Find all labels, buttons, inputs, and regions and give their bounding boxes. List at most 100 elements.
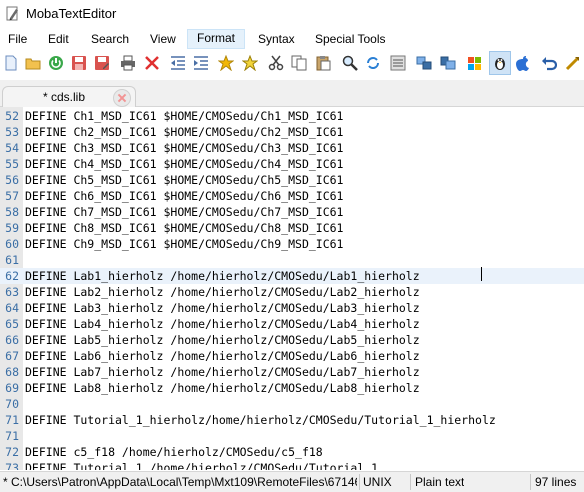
- line-text: DEFINE Lab4_hierholz /home/hierholz/CMOS…: [25, 317, 420, 331]
- line-number: 66: [5, 333, 19, 347]
- line-text: DEFINE Lab6_hierholz /home/hierholz/CMOS…: [25, 349, 420, 363]
- code-line[interactable]: 60 DEFINE Ch9_MSD_IC61 $HOME/CMOSedu/Ch9_…: [0, 236, 584, 252]
- paste-icon[interactable]: [314, 54, 332, 72]
- menu-bar: File Edit Search View Format Syntax Spec…: [0, 28, 584, 49]
- menu-format[interactable]: Format: [187, 29, 246, 49]
- bookmark-toggle-icon[interactable]: [217, 54, 235, 72]
- new-file-icon[interactable]: [2, 54, 20, 72]
- line-number: 55: [5, 157, 19, 171]
- mac-format-icon[interactable]: [514, 54, 532, 72]
- split-horizontal-icon[interactable]: [415, 54, 433, 72]
- title-bar: MobaTextEditor: [0, 0, 584, 28]
- line-text: DEFINE Lab2_hierholz /home/hierholz/CMOS…: [25, 285, 420, 299]
- line-number: 67: [5, 349, 19, 363]
- bookmark-next-icon[interactable]: [241, 54, 259, 72]
- line-text: DEFINE Lab1_hierholz /home/hierholz/CMOS…: [25, 269, 420, 283]
- code-line[interactable]: 55 DEFINE Ch4_MSD_IC61 $HOME/CMOSedu/Ch4_…: [0, 156, 584, 172]
- line-number: 52: [5, 109, 19, 123]
- line-text: DEFINE c5_f18 /home/hierholz/CMOSedu/c5_…: [25, 445, 323, 459]
- line-number: 62: [5, 269, 19, 283]
- code-line[interactable]: 65 DEFINE Lab4_hierholz /home/hierholz/CM…: [0, 316, 584, 332]
- status-bar: * C:\Users\Patron\AppData\Local\Temp\Mxt…: [0, 471, 584, 492]
- line-number: 61: [5, 253, 19, 267]
- text-caret: [481, 267, 482, 281]
- line-text: DEFINE Ch2_MSD_IC61 $HOME/CMOSedu/Ch2_MS…: [25, 125, 344, 139]
- copy-icon[interactable]: [290, 54, 308, 72]
- close-icon[interactable]: [143, 54, 161, 72]
- save-as-icon[interactable]: [93, 54, 111, 72]
- code-line[interactable]: 52 DEFINE Ch1_MSD_IC61 $HOME/CMOSedu/Ch1_…: [0, 108, 584, 124]
- window-title: MobaTextEditor: [26, 6, 117, 21]
- line-text: DEFINE Ch3_MSD_IC61 $HOME/CMOSedu/Ch3_MS…: [25, 141, 344, 155]
- line-number: 71: [5, 413, 19, 427]
- linux-format-icon[interactable]: [489, 51, 511, 75]
- code-line[interactable]: 62 DEFINE Lab1_hierholz /home/hierholz/CM…: [0, 268, 584, 284]
- status-divider: [410, 474, 411, 490]
- code-line[interactable]: 56 DEFINE Ch5_MSD_IC61 $HOME/CMOSedu/Ch5_…: [0, 172, 584, 188]
- menu-view[interactable]: View: [149, 30, 177, 48]
- status-syntax: Plain text: [415, 475, 465, 489]
- line-number: 59: [5, 221, 19, 235]
- line-text: DEFINE Tutorial_1_hierholz/home/hierholz…: [25, 413, 496, 427]
- line-number: 58: [5, 205, 19, 219]
- status-line-endings: UNIX: [363, 475, 392, 489]
- line-number: 54: [5, 141, 19, 155]
- toolbar: [0, 50, 584, 78]
- line-text: DEFINE Lab5_hierholz /home/hierholz/CMOS…: [25, 333, 420, 347]
- split-vertical-icon[interactable]: [439, 54, 457, 72]
- cut-icon[interactable]: [267, 54, 285, 72]
- line-text: DEFINE Ch4_MSD_IC61 $HOME/CMOSedu/Ch4_MS…: [25, 157, 344, 171]
- code-line[interactable]: 59 DEFINE Ch8_MSD_IC61 $HOME/CMOSedu/Ch8_…: [0, 220, 584, 236]
- menu-syntax[interactable]: Syntax: [257, 30, 296, 48]
- code-line[interactable]: 57 DEFINE Ch6_MSD_IC61 $HOME/CMOSedu/Ch6_…: [0, 188, 584, 204]
- tab-cds-lib[interactable]: * cds.lib: [2, 86, 136, 107]
- code-line[interactable]: 68 DEFINE Lab7_hierholz /home/hierholz/CM…: [0, 364, 584, 380]
- save-icon[interactable]: [70, 54, 88, 72]
- menu-search[interactable]: Search: [90, 30, 130, 48]
- line-text: DEFINE Ch8_MSD_IC61 $HOME/CMOSedu/Ch8_MS…: [25, 221, 344, 235]
- code-line[interactable]: 64 DEFINE Lab3_hierholz /home/hierholz/CM…: [0, 300, 584, 316]
- code-line[interactable]: 66 DEFINE Lab5_hierholz /home/hierholz/CM…: [0, 332, 584, 348]
- tab-label: * cds.lib: [43, 90, 86, 104]
- line-number: 69: [5, 381, 19, 395]
- menu-edit[interactable]: Edit: [47, 30, 70, 48]
- code-line[interactable]: 53 DEFINE Ch2_MSD_IC61 $HOME/CMOSedu/Ch2_…: [0, 124, 584, 140]
- line-number: 57: [5, 189, 19, 203]
- code-line[interactable]: 71: [0, 428, 584, 444]
- reload-icon[interactable]: [47, 54, 65, 72]
- windows-format-icon[interactable]: [466, 54, 484, 72]
- status-file-path: * C:\Users\Patron\AppData\Local\Temp\Mxt…: [3, 475, 357, 489]
- code-line[interactable]: 69 DEFINE Lab8_hierholz /home/hierholz/CM…: [0, 380, 584, 396]
- undo-icon[interactable]: [540, 54, 558, 72]
- line-number: 68: [5, 365, 19, 379]
- code-line[interactable]: 58 DEFINE Ch7_MSD_IC61 $HOME/CMOSedu/Ch7_…: [0, 204, 584, 220]
- indent-icon[interactable]: [192, 54, 210, 72]
- line-text: DEFINE Ch9_MSD_IC61 $HOME/CMOSedu/Ch9_MS…: [25, 237, 344, 251]
- tab-close-icon[interactable]: [113, 89, 131, 107]
- code-line[interactable]: 61: [0, 252, 584, 268]
- code-line[interactable]: 73 DEFINE Tutorial_1 /home/hierholz/CMOSe…: [0, 460, 584, 470]
- line-number: 65: [5, 317, 19, 331]
- line-number: 53: [5, 125, 19, 139]
- tab-strip: * cds.lib: [0, 80, 584, 107]
- line-number: 56: [5, 173, 19, 187]
- code-line[interactable]: 72 DEFINE c5_f18 /home/hierholz/CMOSedu/c…: [0, 444, 584, 460]
- print-icon[interactable]: [119, 54, 137, 72]
- open-folder-icon[interactable]: [24, 54, 42, 72]
- outdent-icon[interactable]: [169, 54, 187, 72]
- code-line[interactable]: 71 DEFINE Tutorial_1_hierholz/home/hierho…: [0, 412, 584, 428]
- code-line[interactable]: 54 DEFINE Ch3_MSD_IC61 $HOME/CMOSedu/Ch3_…: [0, 140, 584, 156]
- menu-file[interactable]: File: [7, 30, 28, 48]
- code-line[interactable]: 67 DEFINE Lab6_hierholz /home/hierholz/CM…: [0, 348, 584, 364]
- line-text: DEFINE Ch6_MSD_IC61 $HOME/CMOSedu/Ch6_MS…: [25, 189, 344, 203]
- text-editor-area[interactable]: 52 DEFINE Ch1_MSD_IC61 $HOME/CMOSedu/Ch1_…: [0, 107, 584, 470]
- code-line[interactable]: 70: [0, 396, 584, 412]
- code-line[interactable]: 63 DEFINE Lab2_hierholz /home/hierholz/CM…: [0, 284, 584, 300]
- redo-icon[interactable]: [564, 54, 582, 72]
- find-icon[interactable]: [341, 54, 359, 72]
- line-text: DEFINE Ch1_MSD_IC61 $HOME/CMOSedu/Ch1_MS…: [25, 109, 344, 123]
- menu-special-tools[interactable]: Special Tools: [314, 30, 387, 48]
- find-replace-icon[interactable]: [364, 54, 382, 72]
- macro-icon[interactable]: [389, 54, 407, 72]
- line-text: DEFINE Tutorial_1 /home/hierholz/CMOSedu…: [25, 461, 379, 470]
